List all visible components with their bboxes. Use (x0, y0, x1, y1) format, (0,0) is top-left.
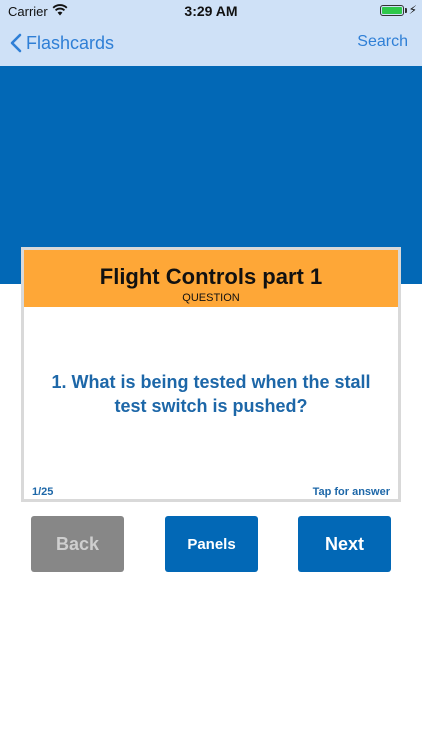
search-button[interactable]: Search (357, 33, 408, 51)
panels-button[interactable]: Panels (165, 516, 258, 572)
battery-level (382, 7, 402, 14)
status-bar: Carrier 3:29 AM ⚡ (0, 0, 422, 22)
card-counter: 1/25 (32, 486, 54, 498)
tap-for-answer-hint[interactable]: Tap for answer (313, 486, 390, 498)
card-title: Flight Controls part 1 (99, 264, 323, 289)
chevron-left-icon (10, 33, 22, 53)
card-side-label: QUESTION (182, 292, 240, 304)
card-question: 1. What is being tested when the stall t… (51, 372, 371, 416)
flashcard[interactable]: Flight Controls part 1 QUESTION 1. What … (21, 247, 401, 502)
back-to-flashcards-button[interactable]: Flashcards (10, 30, 114, 56)
battery-cap (405, 8, 407, 13)
navigation-bar: Carrier 3:29 AM ⚡ Flashcards Search (0, 0, 422, 66)
next-button[interactable]: Next (298, 516, 391, 572)
status-time: 3:29 AM (184, 3, 238, 19)
back-button[interactable]: Back (31, 516, 124, 572)
card-header: Flight Controls part 1 QUESTION (24, 250, 398, 307)
bolt-icon: ⚡ (408, 3, 417, 17)
battery-icon (380, 5, 404, 16)
back-label: Flashcards (26, 32, 115, 53)
